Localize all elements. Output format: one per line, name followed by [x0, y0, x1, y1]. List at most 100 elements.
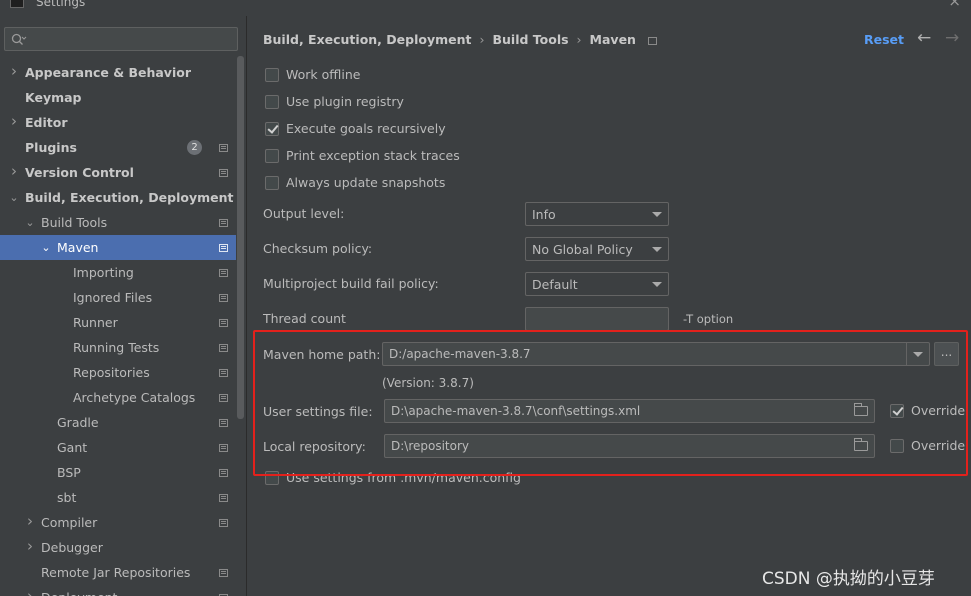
sidebar-item-plugins[interactable]: Plugins 2: [0, 135, 236, 160]
sidebar-item-archetype-catalogs[interactable]: Archetype Catalogs: [0, 385, 236, 410]
chevron-right-icon[interactable]: ›: [24, 535, 36, 558]
sidebar-item-editor[interactable]: › Editor: [0, 110, 236, 135]
chevron-down-icon[interactable]: [913, 352, 923, 357]
output-level-dropdown[interactable]: Info: [525, 202, 669, 226]
project-scope-icon: [219, 344, 228, 352]
sidebar-item-build-tools[interactable]: ⌄ Build Tools: [0, 210, 236, 235]
thread-count-label: Thread count: [263, 311, 346, 326]
chevron-down-icon: [652, 282, 662, 287]
sidebar-item-appearance-behavior[interactable]: › Appearance & Behavior: [0, 60, 236, 85]
chevron-right-icon[interactable]: ›: [8, 160, 20, 183]
sidebar-item-build-execution-deployment[interactable]: ⌄ Build, Execution, Deployment: [0, 185, 236, 210]
chevron-down-icon: [652, 212, 662, 217]
user-settings-input[interactable]: D:\apache-maven-3.8.7\conf\settings.xml: [384, 399, 875, 423]
checkbox-box[interactable]: [265, 471, 279, 485]
checkbox-box[interactable]: [890, 439, 904, 453]
dropdown-value: Default: [532, 277, 578, 292]
settings-sidebar: › Appearance & Behavior Keymap › Editor Plugi…: [0, 16, 246, 596]
search-icon: [11, 33, 27, 45]
chevron-right-icon[interactable]: ›: [24, 510, 36, 533]
sidebar-item-debugger[interactable]: › Debugger: [0, 535, 236, 560]
checksum-policy-dropdown[interactable]: No Global Policy: [525, 237, 669, 261]
sidebar-item-gant[interactable]: Gant: [0, 435, 236, 460]
sidebar-item-label: Build Tools: [41, 215, 108, 230]
checkbox-box[interactable]: [265, 176, 279, 190]
checkbox-box[interactable]: [265, 122, 279, 136]
sidebar-item-bsp[interactable]: BSP: [0, 460, 236, 485]
sidebar-item-label: Compiler: [41, 515, 98, 530]
sidebar-item-importing[interactable]: Importing: [0, 260, 236, 285]
combo-separator: [906, 343, 907, 365]
checkbox-box[interactable]: [265, 149, 279, 163]
project-scope-icon: [219, 419, 228, 427]
window-title: Settings: [36, 0, 86, 9]
project-scope-icon: [647, 36, 657, 45]
close-icon[interactable]: ×: [948, 0, 961, 10]
chevron-right-icon[interactable]: ›: [8, 60, 20, 83]
project-scope-icon: [219, 269, 228, 277]
thread-count-input[interactable]: [525, 307, 669, 331]
sidebar-scrollbar[interactable]: [237, 56, 244, 419]
chevron-down-icon[interactable]: ⌄: [24, 210, 36, 235]
sidebar-item-label: Gradle: [57, 415, 99, 430]
chevron-down-icon[interactable]: ⌄: [40, 235, 52, 260]
checkbox-box[interactable]: [265, 68, 279, 82]
checkbox-box[interactable]: [265, 95, 279, 109]
sidebar-item-label: Repositories: [73, 365, 150, 380]
chevron-right-icon[interactable]: ›: [24, 585, 36, 596]
back-arrow-icon[interactable]: ←: [917, 28, 931, 48]
sidebar-item-label: Build, Execution, Deployment: [25, 190, 234, 205]
sidebar-item-runner[interactable]: Runner: [0, 310, 236, 335]
forward-arrow-icon[interactable]: →: [945, 28, 959, 48]
update-count-badge: 2: [187, 140, 202, 155]
settings-tree: › Appearance & Behavior Keymap › Editor Plugi…: [0, 60, 236, 596]
maven-home-label: Maven home path:: [263, 347, 381, 362]
folder-icon[interactable]: [854, 438, 868, 451]
sidebar-item-ignored-files[interactable]: Ignored Files: [0, 285, 236, 310]
watermark: CSDN @执拗的小豆芽: [762, 569, 935, 589]
folder-icon[interactable]: [854, 403, 868, 416]
breadcrumb-separator: ›: [576, 32, 582, 47]
app-icon: [10, 0, 24, 8]
checksum-policy-label: Checksum policy:: [263, 241, 373, 256]
checkbox-label: Execute goals recursively: [286, 121, 446, 136]
sidebar-item-maven[interactable]: ⌄ Maven: [0, 235, 236, 260]
breadcrumb-separator: ›: [479, 32, 485, 47]
dropdown-value: No Global Policy: [532, 242, 633, 257]
sidebar-item-label: Gant: [57, 440, 88, 455]
checkbox-label: Override: [911, 403, 966, 418]
maven-version-text: (Version: 3.8.7): [382, 376, 474, 390]
chevron-down-icon[interactable]: ⌄: [8, 185, 20, 210]
sidebar-item-version-control[interactable]: › Version Control: [0, 160, 236, 185]
browse-maven-home-button[interactable]: ...: [934, 342, 959, 366]
checkbox-label: Override: [911, 438, 966, 453]
local-repository-input[interactable]: D:\repository: [384, 434, 875, 458]
sidebar-item-repositories[interactable]: Repositories: [0, 360, 236, 385]
chevron-down-icon: [652, 247, 662, 252]
project-scope-icon: [219, 219, 228, 227]
search-input[interactable]: [4, 27, 238, 51]
sidebar-item-running-tests[interactable]: Running Tests: [0, 335, 236, 360]
sidebar-item-label: Importing: [73, 265, 134, 280]
chevron-right-icon[interactable]: ›: [8, 110, 20, 133]
sidebar-item-compiler[interactable]: › Compiler: [0, 510, 236, 535]
sidebar-item-sbt[interactable]: sbt: [0, 485, 236, 510]
reset-link[interactable]: Reset: [864, 32, 904, 47]
sidebar-item-keymap[interactable]: Keymap: [0, 85, 236, 110]
user-settings-value: D:\apache-maven-3.8.7\conf\settings.xml: [391, 404, 641, 418]
sidebar-item-remote-jar-repositories[interactable]: Remote Jar Repositories: [0, 560, 236, 585]
sidebar-item-gradle[interactable]: Gradle: [0, 410, 236, 435]
checkbox-box[interactable]: [890, 404, 904, 418]
checkbox-label: Work offline: [286, 67, 361, 82]
project-scope-icon: [219, 294, 228, 302]
project-scope-icon: [219, 519, 228, 527]
sidebar-item-deployment[interactable]: › Deployment: [0, 585, 236, 596]
maven-home-combobox[interactable]: D:/apache-maven-3.8.7: [382, 342, 930, 366]
multiproject-fail-policy-label: Multiproject build fail policy:: [263, 276, 439, 291]
checkbox-label: Use settings from .mvn/maven.config: [286, 470, 521, 485]
breadcrumb: Build, Execution, Deployment › Build Tools…: [263, 32, 657, 48]
checkbox-label: Use plugin registry: [286, 94, 404, 109]
sidebar-item-label: Runner: [73, 315, 118, 330]
multiproject-fail-policy-dropdown[interactable]: Default: [525, 272, 669, 296]
sidebar-item-label: Archetype Catalogs: [73, 390, 196, 405]
